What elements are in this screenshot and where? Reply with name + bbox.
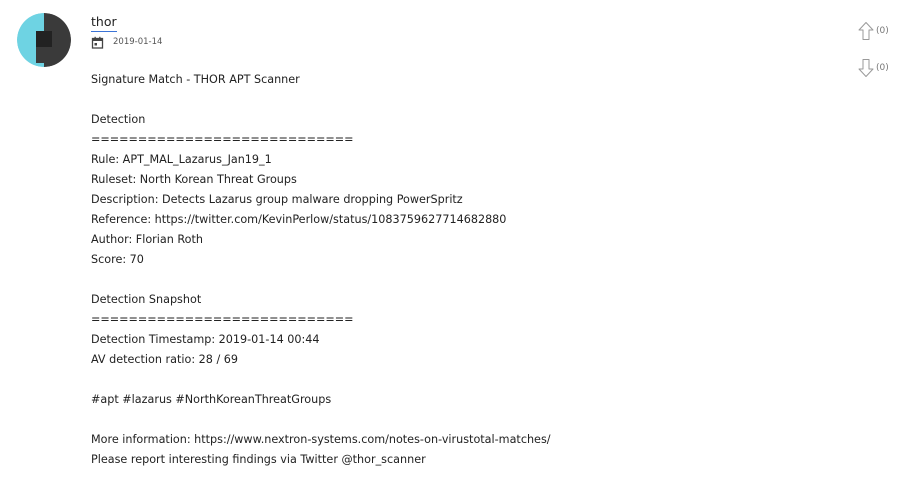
- downvote-button[interactable]: (0): [857, 58, 889, 78]
- calendar-icon: [91, 36, 104, 49]
- arrow-down-icon: [858, 59, 874, 77]
- body-line-blank: [91, 90, 831, 110]
- downvote-count: (0): [876, 63, 889, 73]
- body-line-title: Signature Match - THOR APT Scanner: [91, 73, 300, 86]
- body-line-reference: Reference: https://twitter.com/KevinPerl…: [91, 213, 507, 226]
- arrow-up-icon: [858, 22, 874, 40]
- body-line-score: Score: 70: [91, 253, 144, 266]
- body-line-separator: ============================: [91, 133, 354, 146]
- body-line-detection-heading: Detection: [91, 113, 146, 126]
- body-line-description: Description: Detects Lazarus group malwa…: [91, 193, 463, 206]
- avatar[interactable]: [17, 13, 71, 67]
- body-line-blank: [91, 270, 831, 290]
- body-line-timestamp: Detection Timestamp: 2019-01-14 00:44: [91, 333, 320, 346]
- body-line-blank: [91, 370, 831, 390]
- body-line-av-ratio: AV detection ratio: 28 / 69: [91, 353, 239, 366]
- thor-avatar-icon: [17, 13, 71, 67]
- body-line-more-info: More information: https://www.nextron-sy…: [91, 433, 551, 446]
- body-line-rule: Rule: APT_MAL_Lazarus_Jan19_1: [91, 153, 272, 166]
- body-line-blank: [91, 410, 831, 430]
- body-line-author: Author: Florian Roth: [91, 233, 203, 246]
- upvote-button[interactable]: (0): [857, 21, 889, 41]
- author-link[interactable]: thor: [91, 14, 117, 32]
- body-line-ruleset: Ruleset: North Korean Threat Groups: [91, 173, 297, 186]
- body-line-hashtags: #apt #lazarus #NorthKoreanThreatGroups: [91, 393, 332, 406]
- comment-date: 2019-01-14: [91, 35, 162, 49]
- date-text: 2019-01-14: [113, 37, 163, 47]
- body-line-report: Please report interesting findings via T…: [91, 453, 426, 466]
- comment-body: Signature Match - THOR APT Scanner Detec…: [91, 70, 831, 470]
- body-line-separator: ============================: [91, 313, 354, 326]
- upvote-count: (0): [876, 26, 889, 36]
- body-line-snapshot-heading: Detection Snapshot: [91, 293, 202, 306]
